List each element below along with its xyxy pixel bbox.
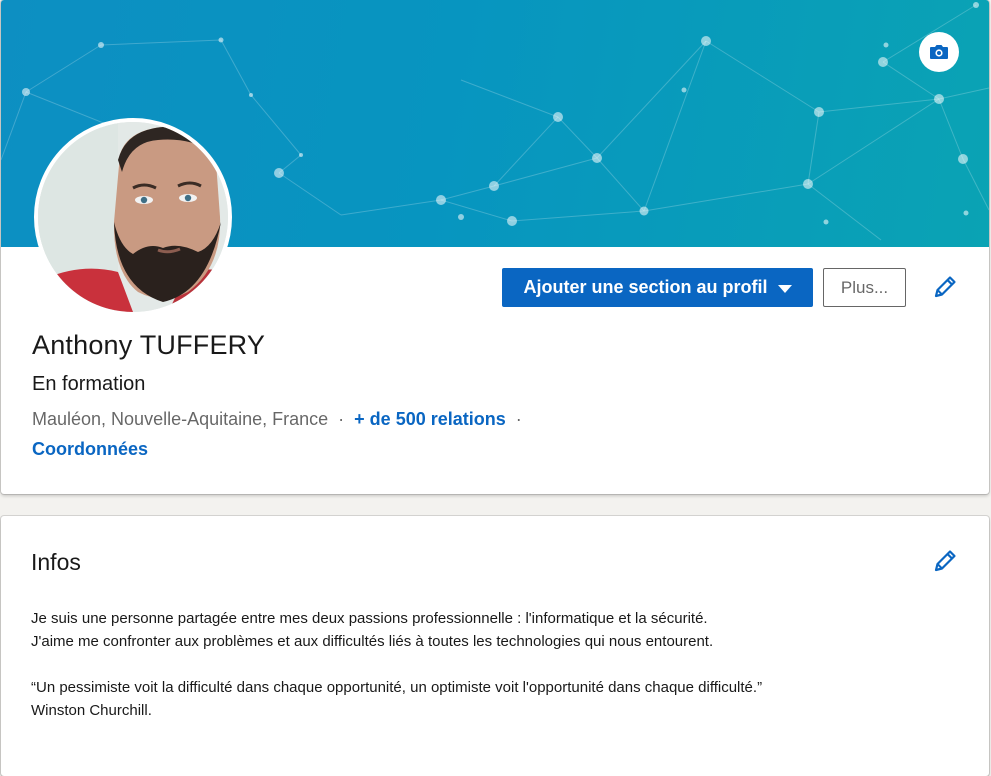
- add-profile-section-button[interactable]: Ajouter une section au profil: [502, 268, 813, 307]
- pencil-icon: [934, 276, 956, 298]
- about-quote-author: Winston Churchill.: [31, 702, 152, 719]
- edit-about-button[interactable]: [928, 544, 962, 578]
- camera-icon: [930, 45, 948, 59]
- separator-dot: ·: [338, 409, 345, 429]
- about-card: Infos Je suis une personne partagée entr…: [1, 516, 989, 776]
- profile-name: Anthony TUFFERY: [32, 330, 266, 360]
- edit-banner-button[interactable]: [919, 32, 959, 72]
- edit-intro-button[interactable]: [928, 270, 962, 304]
- profile-location: Mauléon, Nouvelle-Aquitaine, France: [32, 409, 329, 429]
- connections-link[interactable]: + de 500 relations: [354, 409, 506, 430]
- about-line: Je suis une personne partagée entre mes …: [31, 610, 708, 627]
- separator-dot: ·: [515, 409, 522, 429]
- about-text: Je suis une personne partagée entre mes …: [31, 607, 951, 722]
- profile-avatar[interactable]: [34, 118, 232, 316]
- about-line: J'aime me confronter aux problèmes et au…: [31, 633, 714, 650]
- about-quote: “Un pessimiste voit la difficulté dans c…: [31, 679, 763, 696]
- profile-top-card: Ajouter une section au profil Plus... An…: [1, 0, 989, 494]
- avatar-photo: [38, 122, 228, 312]
- more-actions-button[interactable]: Plus...: [823, 268, 906, 307]
- profile-meta-line: Mauléon, Nouvelle-Aquitaine, France · + …: [32, 409, 532, 430]
- about-section-title: Infos: [31, 549, 81, 575]
- pencil-icon: [934, 550, 956, 572]
- contact-info-link[interactable]: Coordonnées: [32, 439, 148, 460]
- caret-down-icon: [777, 284, 792, 293]
- add-profile-section-label: Ajouter une section au profil: [523, 277, 768, 297]
- profile-headline: En formation: [32, 373, 146, 395]
